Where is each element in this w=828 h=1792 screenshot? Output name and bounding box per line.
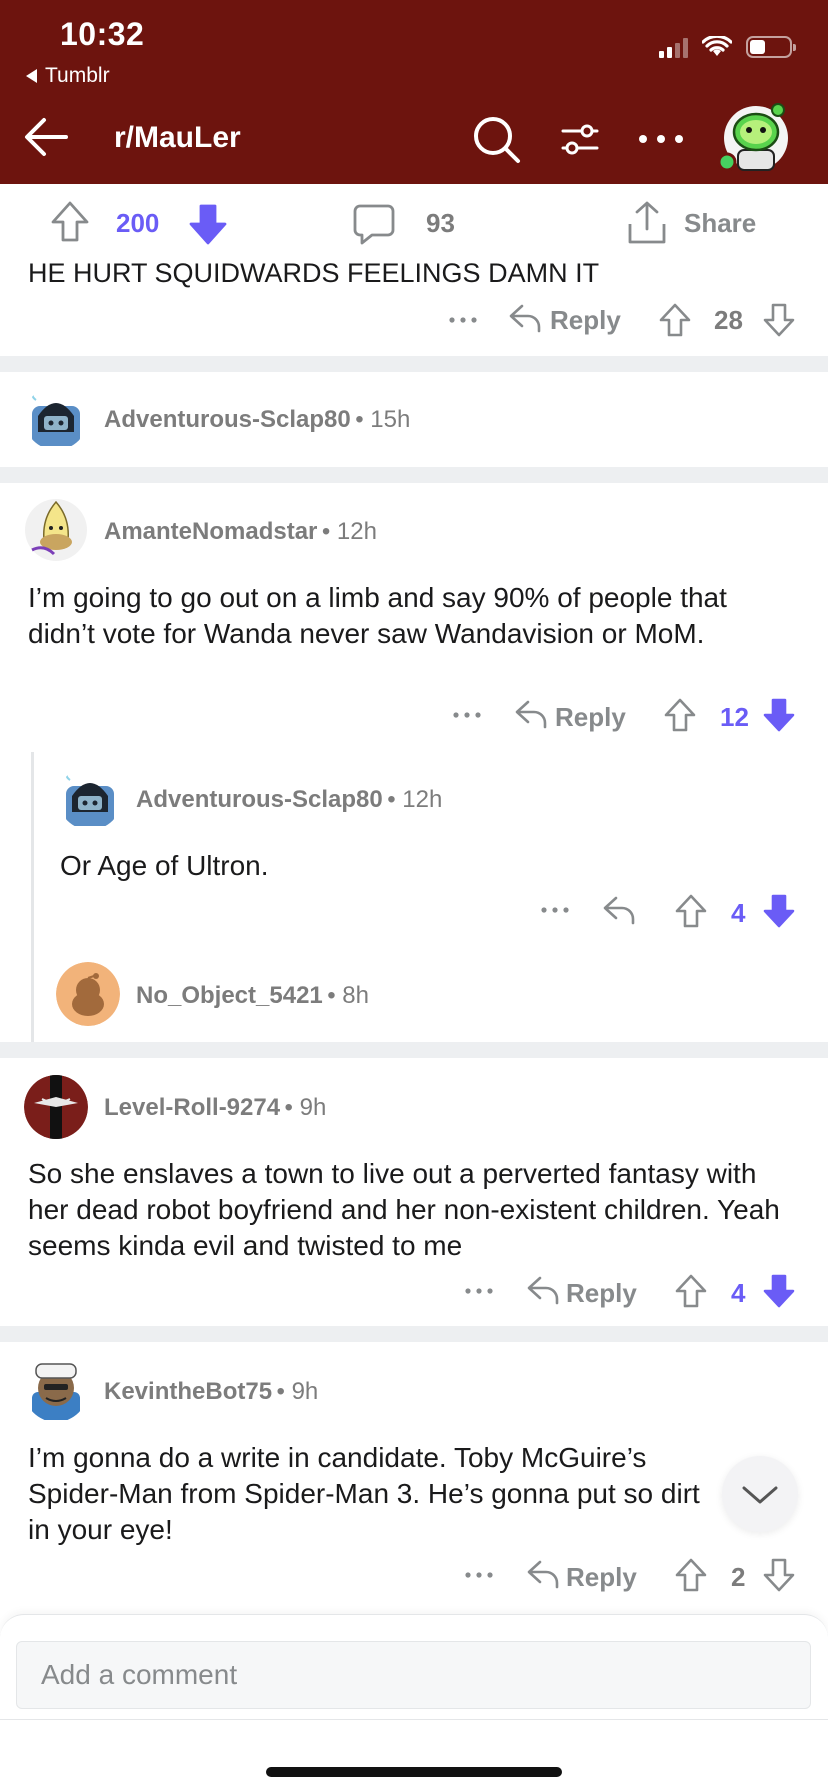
upvote-icon[interactable] (658, 302, 692, 338)
comment-more-icon[interactable] (464, 1281, 494, 1301)
reply-button[interactable]: Reply (566, 1562, 637, 1593)
avatar[interactable] (24, 1358, 88, 1422)
username[interactable]: Level-Roll-9274 (104, 1094, 280, 1121)
comment-score: 12 (720, 702, 749, 732)
timestamp: 9h (299, 1094, 327, 1121)
avatar[interactable] (24, 498, 88, 562)
separator-dot: • (284, 1094, 300, 1121)
back-app-label: Tumblr (45, 64, 110, 87)
timestamp: 12h (402, 786, 443, 813)
downvote-icon[interactable] (762, 1273, 796, 1309)
reply-icon[interactable] (514, 698, 548, 730)
battery-icon (746, 36, 796, 58)
username[interactable]: KevintheBot75 (104, 1378, 272, 1405)
filter-icon[interactable] (560, 118, 600, 162)
reply-icon[interactable] (508, 302, 542, 334)
downvote-icon[interactable] (762, 893, 796, 929)
comment-header: Level-Roll-9274 • 9h (104, 1094, 326, 1122)
comment-icon[interactable] (352, 202, 396, 246)
comment-count: 93 (426, 208, 455, 238)
timestamp: 8h (342, 982, 369, 1009)
timestamp: 15h (370, 406, 411, 433)
comment-header: AmanteNomadstar • 12h (104, 518, 377, 546)
comment-header: Adventurous-Sclap80 • 12h (136, 786, 442, 814)
app-header: 10:32 Tumblr r/MauLer (0, 0, 828, 184)
separator-dot: • (321, 518, 337, 545)
reply-button[interactable]: Reply (555, 702, 626, 733)
comment-header: KevintheBot75 • 9h (104, 1378, 318, 1406)
divider (0, 1042, 828, 1058)
composer-divider (0, 1719, 828, 1720)
share-button[interactable]: Share (684, 208, 756, 239)
comment-more-icon[interactable] (448, 310, 478, 330)
comment-body: I’m gonna do a write in candidate. Toby … (28, 1442, 700, 1545)
divider (0, 1326, 828, 1342)
comment-more-icon[interactable] (540, 900, 570, 920)
reply-button[interactable]: Reply (550, 305, 621, 336)
signal-icon (659, 36, 688, 58)
wifi-icon (702, 36, 732, 56)
status-indicators (659, 36, 796, 58)
comment-header: Adventurous-Sclap80 • 15h (104, 406, 410, 434)
thread-line (31, 752, 34, 1042)
downvote-icon[interactable] (188, 202, 228, 246)
comment-score: 4 (731, 898, 746, 928)
avatar[interactable] (58, 766, 122, 830)
post-score: 200 (116, 208, 160, 238)
user-avatar[interactable] (718, 98, 794, 174)
reply-icon[interactable] (526, 1274, 560, 1306)
comment-score: 2 (731, 1562, 746, 1592)
avatar[interactable] (24, 386, 88, 450)
downvote-icon[interactable] (762, 302, 796, 338)
comment-body: HE HURT SQUIDWARDS FEELINGS DAMN IT (28, 258, 600, 288)
more-icon[interactable] (636, 124, 686, 154)
next-comment-button[interactable] (722, 1456, 798, 1532)
divider (0, 467, 828, 483)
comment-body: Or Age of Ultron. (60, 850, 269, 881)
comment-composer (0, 1614, 828, 1792)
comment-header: No_Object_5421 • 8h (136, 982, 369, 1010)
subreddit-title[interactable]: r/MauLer (114, 121, 241, 155)
share-icon[interactable] (626, 200, 668, 246)
separator-dot: • (327, 982, 343, 1009)
comment-input[interactable] (16, 1641, 811, 1709)
timestamp: 12h (336, 518, 377, 545)
chevron-down-icon (742, 1486, 778, 1504)
comment-body: So she enslaves a town to live out a per… (28, 1158, 780, 1261)
divider (0, 356, 828, 372)
upvote-icon[interactable] (674, 893, 708, 929)
status-time: 10:32 (60, 16, 145, 52)
upvote-icon[interactable] (674, 1557, 708, 1593)
reply-icon[interactable] (602, 894, 636, 926)
downvote-icon[interactable] (762, 1557, 796, 1593)
username[interactable]: Adventurous-Sclap80 (136, 786, 383, 813)
upvote-icon[interactable] (663, 697, 697, 733)
comment-more-icon[interactable] (452, 705, 482, 725)
avatar[interactable] (56, 962, 120, 1026)
upvote-icon[interactable] (50, 200, 90, 244)
reply-icon[interactable] (526, 1558, 560, 1590)
reply-button[interactable]: Reply (566, 1278, 637, 1309)
username[interactable]: AmanteNomadstar (104, 518, 317, 545)
comment-more-icon[interactable] (464, 1565, 494, 1585)
comment-score: 4 (731, 1278, 746, 1308)
search-icon[interactable] (472, 115, 522, 165)
username[interactable]: Adventurous-Sclap80 (104, 406, 351, 433)
avatar[interactable] (24, 1075, 88, 1139)
comment-body: I’m going to go out on a limb and say 90… (28, 582, 727, 649)
home-indicator[interactable] (266, 1767, 562, 1777)
back-to-app[interactable]: Tumblr (26, 64, 110, 88)
username[interactable]: No_Object_5421 (136, 982, 323, 1009)
upvote-icon[interactable] (674, 1273, 708, 1309)
separator-dot: • (355, 406, 371, 433)
separator-dot: • (387, 786, 403, 813)
comment-score: 28 (714, 305, 743, 335)
back-arrow-icon[interactable] (22, 112, 72, 162)
downvote-icon[interactable] (762, 697, 796, 733)
separator-dot: • (276, 1378, 292, 1405)
back-triangle-icon (26, 69, 37, 83)
timestamp: 9h (291, 1378, 319, 1405)
